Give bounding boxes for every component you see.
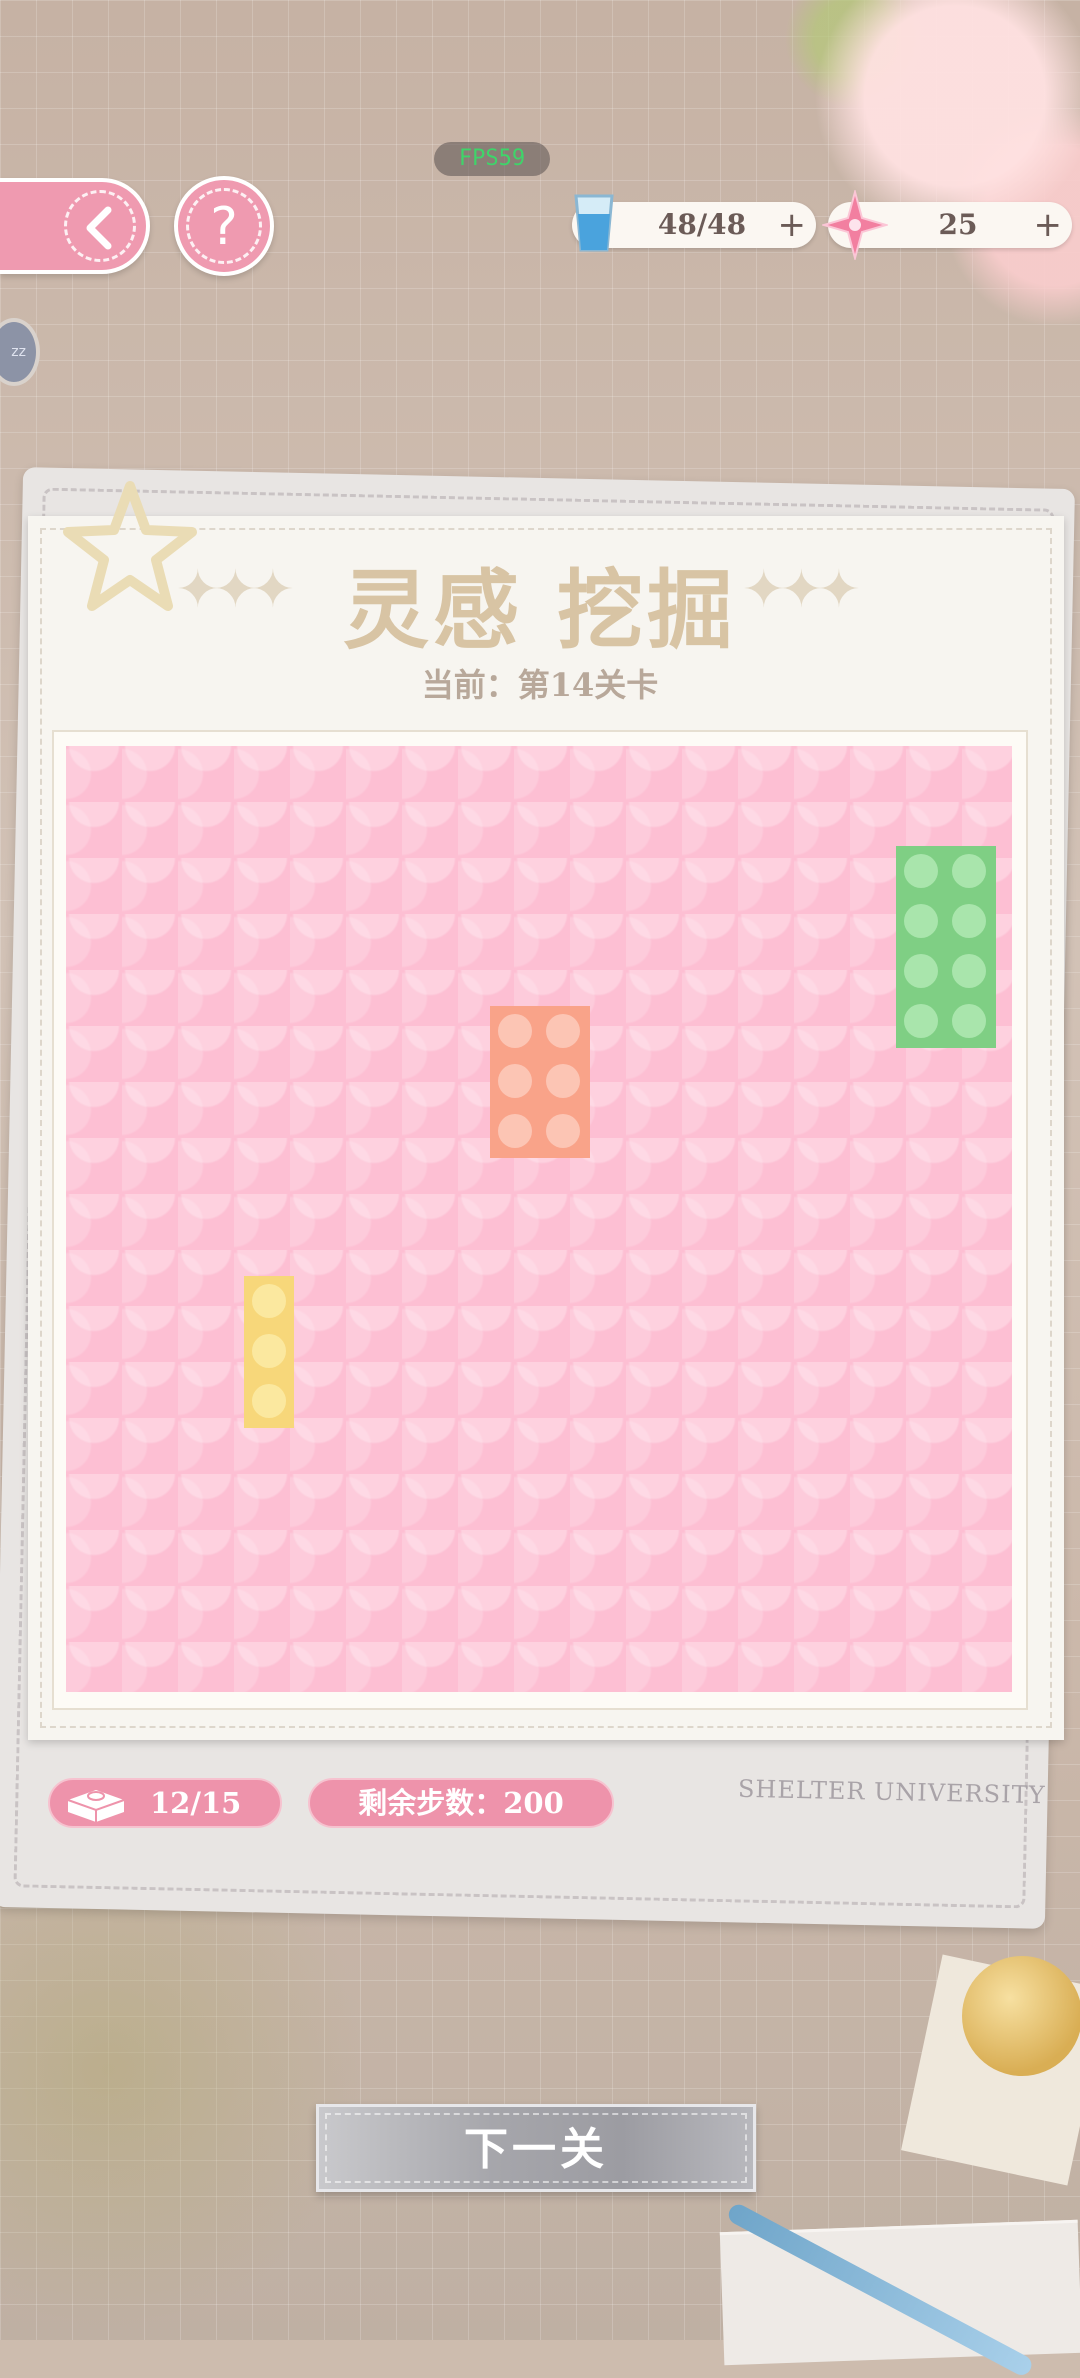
water-cup-icon xyxy=(574,194,614,252)
gem-resource: 25 + xyxy=(822,190,1072,260)
question-icon: ? xyxy=(186,188,262,264)
water-value: 48/48 xyxy=(657,208,747,241)
add-gem-button[interactable]: + xyxy=(1034,202,1063,248)
bricks-count-value: 12/15 xyxy=(150,1786,242,1820)
next-level-button[interactable]: 下一关 xyxy=(316,2104,756,2192)
wax-seal-icon xyxy=(962,1956,1080,2076)
page-title: 灵感 挖掘 xyxy=(343,560,737,661)
brick-icon xyxy=(67,1790,125,1822)
steps-remaining: 剩余步数：200 xyxy=(308,1778,614,1828)
gem-value: 25 xyxy=(938,208,978,241)
bricks-counter: 12/15 xyxy=(48,1778,282,1828)
level-subtitle: 当前：第14关卡 xyxy=(421,666,659,704)
pink-star-gem-icon xyxy=(822,190,888,260)
next-level-label: 下一关 xyxy=(325,2113,747,2183)
help-button[interactable]: ? xyxy=(174,176,274,276)
orange-brick[interactable] xyxy=(490,1006,590,1158)
fps-counter: FPS59 xyxy=(434,142,550,176)
add-water-button[interactable]: + xyxy=(778,202,807,248)
green-brick[interactable] xyxy=(896,846,996,1048)
game-board[interactable] xyxy=(66,746,1012,1692)
chevron-left-icon xyxy=(86,206,112,250)
water-resource: 48/48 + xyxy=(572,194,816,252)
yellow-brick[interactable] xyxy=(244,1276,294,1428)
title-sparkle-right-icon: ✦✦✦ xyxy=(742,560,861,620)
back-button[interactable] xyxy=(0,178,150,274)
